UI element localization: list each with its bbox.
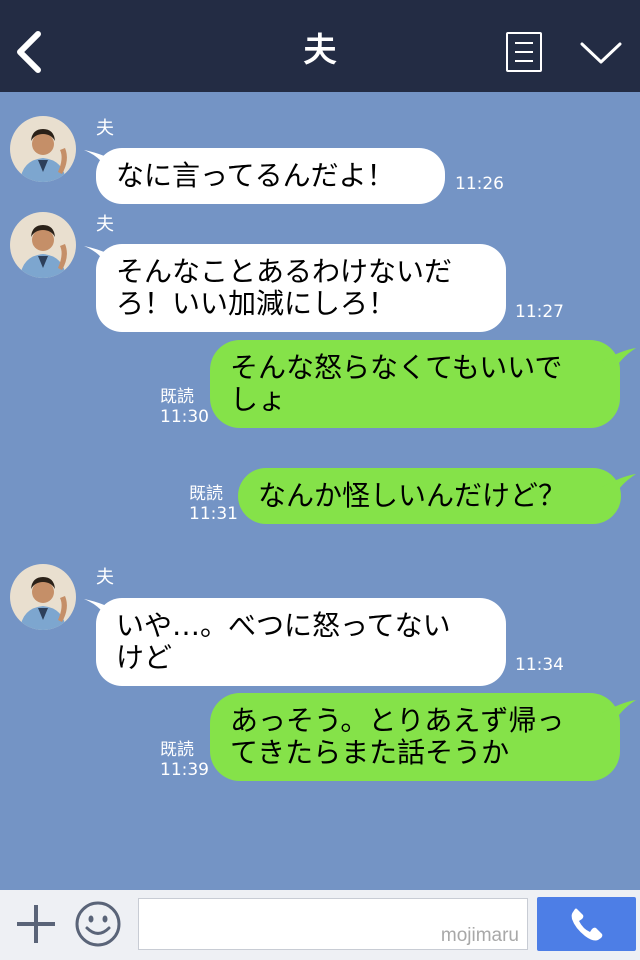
chat-title: 夫	[303, 30, 337, 69]
message-time: 11:31	[189, 504, 238, 524]
message-text-line: そんな怒らなくてもいいで	[230, 351, 563, 384]
chat-header: 夫	[0, 0, 640, 92]
message-time: 11:30	[160, 407, 209, 427]
message-text-line: いや…。べつに怒ってない	[116, 609, 451, 642]
read-receipt: 既読	[189, 484, 223, 504]
message-text: なに言ってるんだよ！	[116, 159, 395, 192]
message-time: 11:26	[455, 174, 504, 194]
message-bubble[interactable]: いや…。べつに怒ってない けど	[96, 598, 506, 686]
avatar[interactable]	[10, 564, 76, 630]
message-bubble[interactable]: そんな怒らなくてもいいで しょ	[210, 340, 620, 428]
message-text-line: ろ！いい加減にしろ！	[116, 287, 397, 320]
avatar[interactable]	[10, 116, 76, 182]
sender-name: 夫	[96, 567, 114, 588]
message-text: なんか怪しいんだけど？	[258, 479, 567, 512]
watermark-text: mojimaru	[440, 925, 519, 946]
message-text-line: けど	[116, 641, 173, 674]
message-text-line: あっそう。とりあえず帰っ	[230, 704, 565, 737]
message-bubble[interactable]: そんなことあるわけないだ ろ！いい加減にしろ！	[96, 244, 506, 332]
bubble-tail	[600, 474, 636, 500]
message-time: 11:34	[515, 655, 564, 675]
message-bubble[interactable]: なんか怪しいんだけど？	[238, 468, 621, 524]
chevron-down-icon[interactable]	[580, 40, 622, 66]
smile-icon[interactable]	[74, 900, 122, 948]
message-bubble[interactable]: なに言ってるんだよ！	[96, 148, 445, 204]
read-receipt: 既読	[160, 387, 194, 407]
avatar[interactable]	[10, 212, 76, 278]
message-text-line: しょ	[230, 383, 287, 416]
chat-area[interactable]: 夫 なに言ってるんだよ！ 11:26 夫 そんなことあるわけないだ ろ！いい加減…	[0, 92, 640, 890]
call-button[interactable]	[537, 897, 636, 951]
message-input[interactable]: mojimaru	[138, 898, 528, 950]
message-text-line: てきたらまた話そうか	[230, 736, 510, 769]
read-receipt: 既読	[160, 740, 194, 760]
message-text-line: そんなことあるわけないだ	[116, 255, 453, 288]
bubble-tail	[600, 700, 636, 726]
bubble-tail	[600, 348, 636, 374]
sender-name: 夫	[96, 118, 114, 139]
plus-icon[interactable]	[14, 902, 58, 946]
sender-name: 夫	[96, 214, 114, 235]
phone-icon	[571, 908, 603, 941]
message-time: 11:27	[515, 302, 564, 322]
message-time: 11:39	[160, 760, 209, 780]
menu-icon[interactable]	[506, 32, 542, 72]
message-bubble[interactable]: あっそう。とりあえず帰っ てきたらまた話そうか	[210, 693, 620, 781]
